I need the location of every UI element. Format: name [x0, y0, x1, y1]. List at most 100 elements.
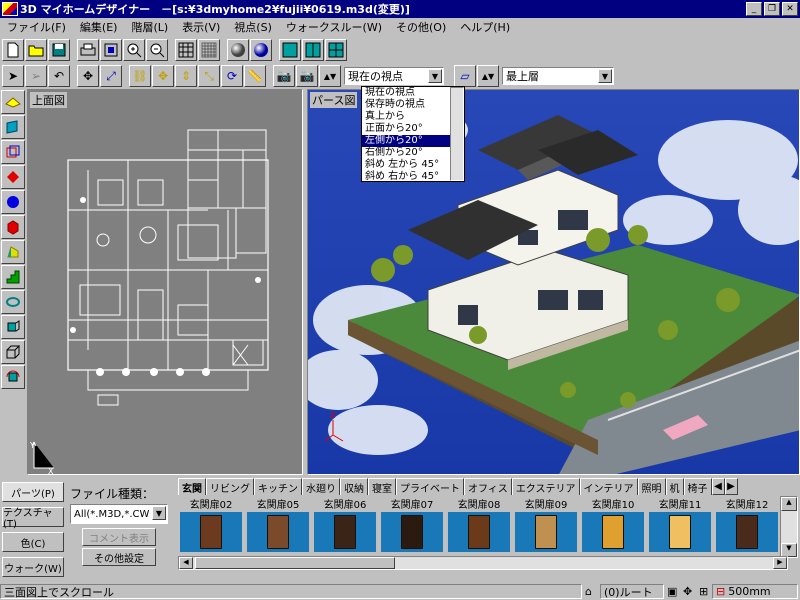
- viewpoint-option[interactable]: 斜め 左から 45°: [362, 159, 464, 171]
- menu-other[interactable]: その他(O): [389, 19, 453, 35]
- tab-office[interactable]: オフィス: [464, 478, 512, 495]
- camera-icon[interactable]: 📷: [273, 65, 295, 87]
- door-thumbnail-icon[interactable]: [180, 512, 242, 552]
- tab-scroll-left-icon[interactable]: ◀: [711, 478, 725, 495]
- comment-button[interactable]: コメント表示: [82, 528, 156, 546]
- open-folder-icon[interactable]: [25, 39, 47, 61]
- save-icon[interactable]: [48, 39, 70, 61]
- viewpoint-option[interactable]: 現在の視点: [362, 87, 464, 99]
- part-item[interactable]: 玄関扉06: [312, 496, 378, 556]
- tab-storage[interactable]: 収納: [340, 478, 368, 495]
- grid-fine-icon[interactable]: [198, 39, 220, 61]
- tab-living[interactable]: リビング: [206, 478, 254, 495]
- ring-icon[interactable]: [1, 290, 25, 314]
- door-thumbnail-icon[interactable]: [448, 512, 510, 552]
- fit-view-icon[interactable]: [100, 39, 122, 61]
- close-button[interactable]: ✕: [782, 2, 798, 16]
- menu-view[interactable]: 表示(V): [175, 19, 227, 35]
- tab-color[interactable]: 色(C): [2, 532, 64, 552]
- top-view-panel[interactable]: 上面図 Y X: [27, 89, 304, 476]
- wireframe-box-icon[interactable]: [1, 340, 25, 364]
- menu-walkthrough[interactable]: ウォークスルー(W): [279, 19, 389, 35]
- minimize-button[interactable]: _: [746, 2, 762, 16]
- part-item[interactable]: 玄関扉02: [178, 496, 244, 556]
- grid-icon[interactable]: [175, 39, 197, 61]
- other-settings-button[interactable]: その他設定: [82, 548, 156, 566]
- move-yellow-icon[interactable]: ✥: [152, 65, 174, 87]
- updown-arrow-icon[interactable]: ⇕: [175, 65, 197, 87]
- scroll-right-icon[interactable]: ▶: [773, 557, 787, 569]
- door-thumbnail-icon[interactable]: [716, 512, 778, 552]
- tab-scroll-right-icon[interactable]: ▶: [724, 478, 738, 495]
- tab-water[interactable]: 水廻り: [302, 478, 340, 495]
- viewpoint-select[interactable]: 現在の視点 ▼: [344, 67, 444, 85]
- viewpoint-option[interactable]: 正面から20°: [362, 123, 464, 135]
- door-thumbnail-icon[interactable]: [314, 512, 376, 552]
- part-item[interactable]: 玄関扉12: [714, 496, 780, 556]
- quad-view-icon[interactable]: [325, 39, 347, 61]
- scroll-left-icon[interactable]: ◀: [179, 557, 193, 569]
- menu-layer[interactable]: 階層(L): [124, 19, 175, 35]
- tab-lighting[interactable]: 照明: [637, 478, 666, 495]
- menu-viewpoint[interactable]: 視点(S): [227, 19, 279, 35]
- part-item[interactable]: 玄関扉09: [513, 496, 579, 556]
- file-type-select[interactable]: All(*.M3D,*.CW ▼: [70, 504, 168, 524]
- tab-exterior[interactable]: エクステリア: [511, 478, 580, 495]
- move-cross-icon[interactable]: ✥: [77, 65, 99, 87]
- door-thumbnail-icon[interactable]: [649, 512, 711, 552]
- floor-tile-icon[interactable]: [1, 90, 25, 114]
- undo-icon[interactable]: ↶: [48, 65, 70, 87]
- part-item[interactable]: 玄関扉05: [245, 496, 311, 556]
- door-thumbnail-icon[interactable]: [381, 512, 443, 552]
- door-thumbnail-icon[interactable]: [247, 512, 309, 552]
- blue-sphere-icon[interactable]: [1, 190, 25, 214]
- viewpoint-option[interactable]: 斜め 右から 45°: [362, 171, 464, 181]
- render-blue-sphere-icon[interactable]: [250, 39, 272, 61]
- single-view-icon[interactable]: [279, 39, 301, 61]
- tab-bedroom[interactable]: 寝室: [368, 478, 396, 495]
- chevron-down-icon[interactable]: ▼: [428, 69, 442, 83]
- restore-button[interactable]: ❐: [764, 2, 780, 16]
- menu-help[interactable]: ヘルプ(H): [453, 19, 517, 35]
- viewpoint-option[interactable]: 右側から20°: [362, 147, 464, 159]
- rotate-object-icon[interactable]: [1, 365, 25, 389]
- menu-file[interactable]: ファイル(F): [0, 19, 73, 35]
- chevron-down-icon[interactable]: ▼: [598, 69, 612, 83]
- tab-texture[interactable]: テクスチャ(T): [2, 507, 64, 530]
- part-item[interactable]: 玄関扉07: [379, 496, 445, 556]
- viewpoint-option-selected[interactable]: 左側から20°: [362, 135, 464, 147]
- scroll-down-icon[interactable]: ▼: [781, 543, 797, 557]
- extrude-icon[interactable]: [1, 315, 25, 339]
- viewpoint-spin-icon[interactable]: ▲▼: [319, 65, 341, 87]
- green-stairs-icon[interactable]: [1, 265, 25, 289]
- eraser-icon[interactable]: ▱: [454, 65, 476, 87]
- tab-interior[interactable]: インテリア: [579, 478, 638, 495]
- zoom-out-icon[interactable]: [146, 39, 168, 61]
- box-frame-icon[interactable]: [1, 140, 25, 164]
- tab-kitchen[interactable]: キッチン: [254, 478, 302, 495]
- tab-private[interactable]: プライベート: [396, 478, 464, 495]
- red-diamond-icon[interactable]: [1, 165, 25, 189]
- part-item[interactable]: 玄関扉10: [580, 496, 646, 556]
- print-icon[interactable]: [77, 39, 99, 61]
- tab-chair[interactable]: 椅子: [683, 478, 712, 495]
- rotate-icon[interactable]: ⟳: [221, 65, 243, 87]
- door-thumbnail-icon[interactable]: [582, 512, 644, 552]
- camera-settings-icon[interactable]: 📷: [296, 65, 318, 87]
- parts-horizontal-scrollbar[interactable]: ◀ ▶: [178, 556, 788, 570]
- link-icon[interactable]: ⛓: [129, 65, 151, 87]
- floor-plan-drawing[interactable]: Y X: [28, 90, 304, 476]
- measure-ruler-icon[interactable]: 📏: [244, 65, 266, 87]
- red-cube-icon[interactable]: [1, 215, 25, 239]
- door-thumbnail-icon[interactable]: [515, 512, 577, 552]
- floor-spin-icon[interactable]: ▲▼: [477, 65, 499, 87]
- tab-entrance[interactable]: 玄関: [178, 478, 206, 495]
- part-item[interactable]: 玄関扉08: [446, 496, 512, 556]
- render-sphere-icon[interactable]: [227, 39, 249, 61]
- yellow-prism-icon[interactable]: [1, 240, 25, 264]
- viewpoint-option[interactable]: 真上から: [362, 111, 464, 123]
- tab-desk[interactable]: 机: [665, 478, 684, 495]
- new-file-icon[interactable]: [2, 39, 24, 61]
- tab-parts[interactable]: パーツ(P): [2, 482, 64, 502]
- wall-panel-icon[interactable]: [1, 115, 25, 139]
